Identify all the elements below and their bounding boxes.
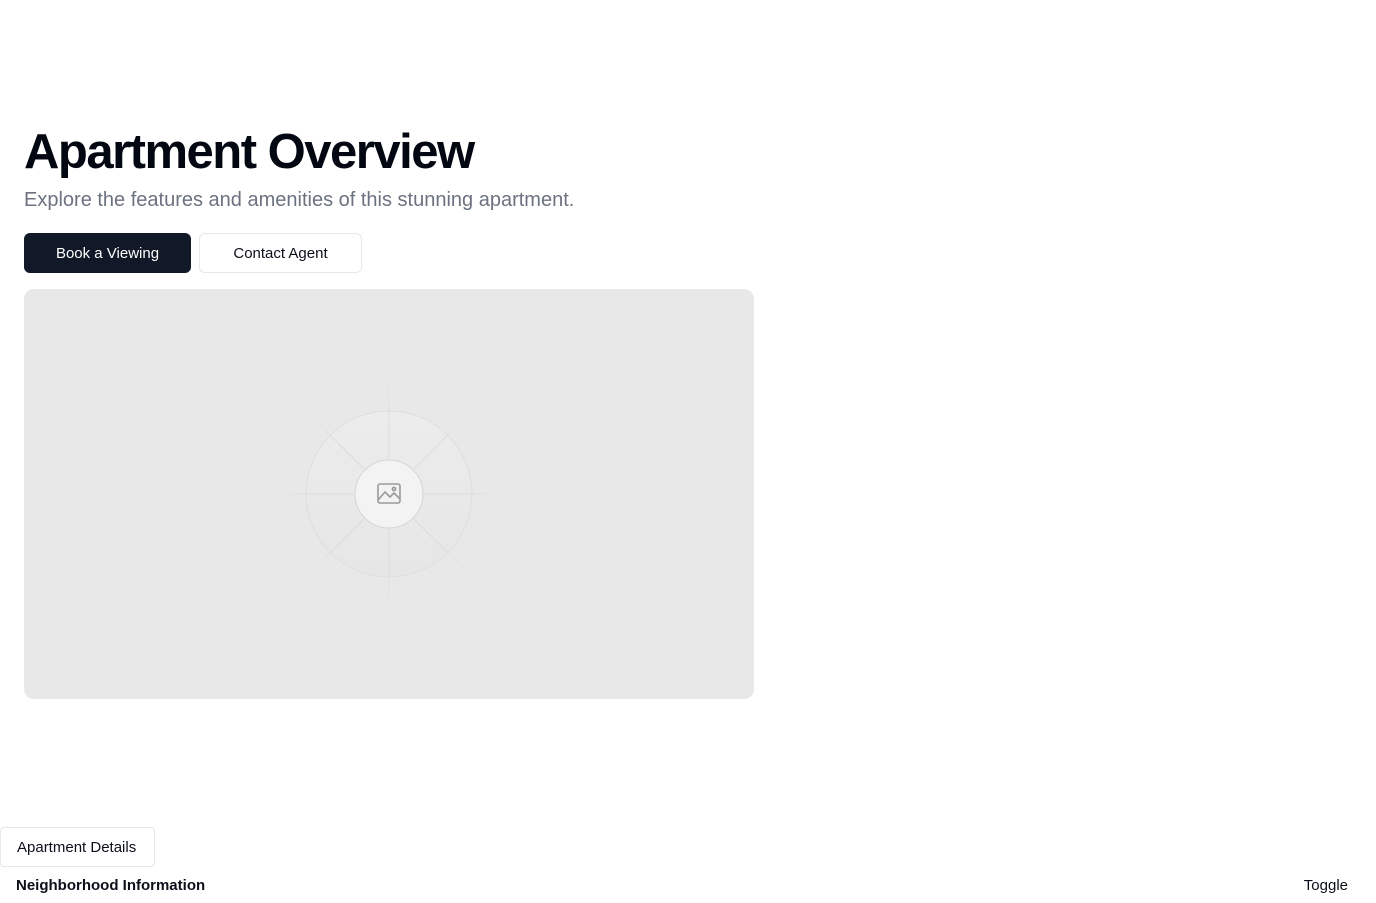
page: Apartment Overview Explore the features …: [0, 0, 1376, 903]
page-subtitle: Explore the features and amenities of th…: [24, 189, 575, 211]
neighborhood-section-header: Neighborhood Information Toggle: [16, 874, 1348, 896]
placeholder-inner-circle: [354, 459, 424, 529]
apartment-image-placeholder: [24, 289, 754, 699]
page-title: Apartment Overview: [24, 125, 475, 179]
apartment-details-tab[interactable]: Apartment Details: [0, 827, 155, 867]
neighborhood-information-label: Neighborhood Information: [16, 876, 206, 894]
placeholder-graphic: [269, 374, 509, 614]
contact-agent-button[interactable]: Contact Agent: [199, 233, 362, 273]
hero-actions: Book a Viewing Contact Agent: [24, 233, 362, 273]
toggle-button[interactable]: Toggle: [1304, 877, 1348, 894]
hero-section: Apartment Overview Explore the features …: [24, 124, 784, 273]
book-viewing-button[interactable]: Book a Viewing: [24, 233, 191, 273]
